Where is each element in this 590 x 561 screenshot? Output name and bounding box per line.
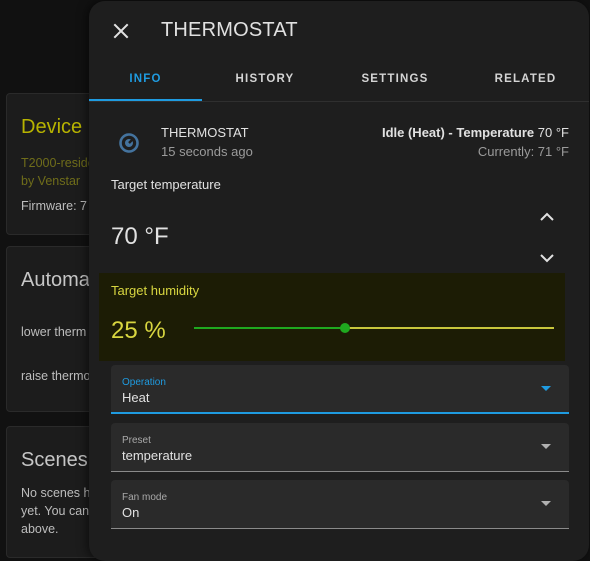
- temperature-up-button[interactable]: [533, 202, 561, 230]
- close-button[interactable]: [109, 19, 133, 43]
- target-humidity-section: Target humidity 25 %: [99, 273, 565, 361]
- entity-state: Idle (Heat) - Temperature 70 °F: [382, 125, 569, 140]
- last-changed: 15 seconds ago: [161, 144, 253, 159]
- tab-info[interactable]: INFO: [89, 59, 202, 101]
- state-mode: Idle (Heat) - Temperature: [381, 125, 535, 140]
- dropdown-arrow-icon: [541, 501, 551, 506]
- chevron-up-icon: [540, 212, 554, 221]
- preset-value: temperature: [122, 448, 193, 463]
- preset-label: Preset: [122, 435, 151, 446]
- device-manufacturer: by Venstar: [21, 174, 81, 188]
- automation-item[interactable]: lower therm: [21, 325, 86, 339]
- fan-mode-value: On: [122, 505, 140, 520]
- thermostat-icon: [119, 133, 139, 153]
- dropdown-arrow-icon: [541, 386, 551, 391]
- preset-select[interactable]: Preset temperature: [111, 423, 569, 472]
- dialog-title: THERMOSTAT: [161, 19, 298, 41]
- automation-item[interactable]: raise thermo: [21, 369, 90, 383]
- tab-bar: INFO HISTORY SETTINGS RELATED: [89, 59, 589, 102]
- current-temperature: Currently: 71 °F: [477, 144, 569, 159]
- device-model[interactable]: T2000-reside: [21, 156, 95, 170]
- operation-value: Heat: [122, 390, 150, 405]
- fan-mode-select[interactable]: Fan mode On: [111, 480, 569, 529]
- scenes-card-title: Scenes: [21, 449, 88, 471]
- tab-settings[interactable]: SETTINGS: [328, 59, 462, 101]
- automations-card-title: Automa: [21, 269, 90, 291]
- scenes-empty-text: above.: [21, 522, 59, 536]
- slider-track-inactive: [345, 327, 554, 329]
- dropdown-arrow-icon: [541, 444, 551, 449]
- state-temperature: 70 °F: [537, 125, 569, 140]
- entity-name: THERMOSTAT: [161, 125, 249, 140]
- humidity-slider[interactable]: [194, 317, 554, 339]
- scenes-empty-text: yet. You can: [21, 504, 90, 518]
- tab-history[interactable]: HISTORY: [202, 59, 328, 101]
- operation-label: Operation: [122, 377, 166, 388]
- target-humidity-value: 25 %: [111, 317, 166, 344]
- slider-thumb[interactable]: [340, 323, 350, 333]
- target-temperature-value: 70 °F: [111, 223, 169, 250]
- target-temperature-label: Target temperature: [111, 177, 221, 192]
- device-firmware: Firmware: 7: [21, 199, 87, 213]
- fan-mode-label: Fan mode: [122, 492, 168, 503]
- slider-track-active: [194, 327, 345, 329]
- tab-related[interactable]: RELATED: [462, 59, 589, 101]
- operation-select[interactable]: Operation Heat: [111, 365, 569, 414]
- scenes-empty-text: No scenes h: [21, 486, 91, 500]
- chevron-down-icon: [540, 253, 554, 262]
- more-info-dialog: THERMOSTAT INFO HISTORY SETTINGS RELATED…: [89, 1, 589, 561]
- temperature-down-button[interactable]: [533, 244, 561, 272]
- target-humidity-label: Target humidity: [111, 283, 200, 298]
- close-icon: [113, 23, 129, 39]
- device-card-title: Device: [21, 116, 83, 138]
